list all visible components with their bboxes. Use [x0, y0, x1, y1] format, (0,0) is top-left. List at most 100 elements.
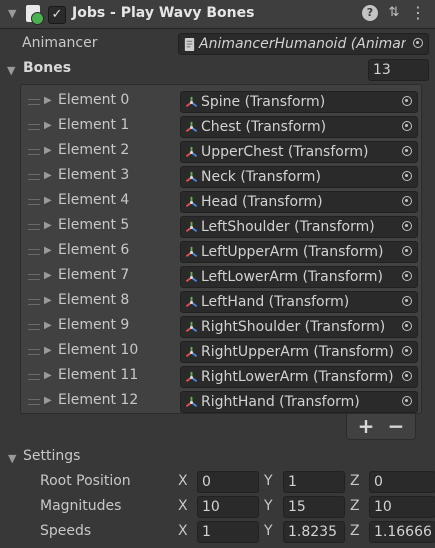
bone-element-row[interactable]: ▶ Element 11 RightLowerArm (Transform) — [20, 365, 422, 390]
element-transform-field[interactable]: RightShoulder (Transform) — [180, 316, 418, 338]
drag-handle-icon[interactable] — [28, 174, 40, 180]
x-value-field[interactable]: 10 — [197, 496, 259, 518]
remove-element-button[interactable]: − — [381, 414, 411, 438]
element-picker-button[interactable] — [395, 192, 417, 212]
element-picker-button[interactable] — [395, 392, 417, 412]
element-foldout-icon[interactable]: ▶ — [44, 145, 52, 156]
bone-element-row[interactable]: ▶ Element 6 LeftUpperArm (Transform) — [20, 240, 422, 265]
element-foldout-icon[interactable]: ▶ — [44, 195, 52, 206]
drag-handle-icon[interactable] — [28, 324, 40, 330]
z-value-field[interactable]: 1.16666 — [369, 521, 435, 543]
drag-handle-icon[interactable] — [28, 149, 40, 155]
z-value-field[interactable]: 10 — [369, 496, 435, 518]
element-transform-field[interactable]: UpperChest (Transform) — [180, 141, 418, 163]
element-picker-button[interactable] — [395, 117, 417, 137]
drag-handle-icon[interactable] — [28, 274, 40, 280]
axis-z-label[interactable]: Z — [350, 498, 360, 514]
bones-foldout-icon[interactable]: ▼ — [7, 64, 15, 77]
element-foldout-icon[interactable]: ▶ — [44, 245, 52, 256]
settings-foldout-icon[interactable]: ▼ — [8, 452, 16, 465]
element-transform-field[interactable]: Chest (Transform) — [180, 116, 418, 138]
bone-element-row[interactable]: ▶ Element 8 LeftHand (Transform) — [20, 290, 422, 315]
bone-element-row[interactable]: ▶ Element 9 RightShoulder (Transform) — [20, 315, 422, 340]
drag-handle-icon[interactable] — [28, 349, 40, 355]
element-transform-field[interactable]: Neck (Transform) — [180, 166, 418, 188]
element-picker-button[interactable] — [395, 167, 417, 187]
axis-y-label[interactable]: Y — [264, 523, 273, 539]
element-transform-field[interactable]: RightUpperArm (Transform) — [180, 341, 418, 363]
element-foldout-icon[interactable]: ▶ — [44, 220, 52, 231]
x-value-field[interactable]: 0 — [197, 471, 259, 493]
bone-element-row[interactable]: ▶ Element 2 UpperChest (Transform) — [20, 140, 422, 165]
element-foldout-icon[interactable]: ▶ — [44, 270, 52, 281]
element-transform-field[interactable]: Spine (Transform) — [180, 91, 418, 113]
element-foldout-icon[interactable]: ▶ — [44, 345, 52, 356]
drag-handle-icon[interactable] — [28, 99, 40, 105]
bones-size-field[interactable]: 13 — [368, 59, 429, 81]
element-label: Element 10 — [58, 342, 139, 358]
element-foldout-icon[interactable]: ▶ — [44, 295, 52, 306]
element-label: Element 11 — [58, 367, 139, 383]
script-asset-icon — [184, 38, 195, 51]
y-value-field[interactable]: 15 — [283, 496, 345, 518]
bone-element-row[interactable]: ▶ Element 1 Chest (Transform) — [20, 115, 422, 140]
animancer-field[interactable]: AnimancerHumanoid (Animan — [178, 33, 429, 55]
element-picker-button[interactable] — [395, 92, 417, 112]
element-transform-field[interactable]: Head (Transform) — [180, 191, 418, 213]
add-element-button[interactable]: + — [351, 414, 381, 438]
element-foldout-icon[interactable]: ▶ — [44, 320, 52, 331]
element-foldout-icon[interactable]: ▶ — [44, 95, 52, 106]
element-picker-button[interactable] — [395, 142, 417, 162]
element-transform-field[interactable]: LeftLowerArm (Transform) — [180, 266, 418, 288]
axis-y-label[interactable]: Y — [264, 498, 273, 514]
axis-x-label[interactable]: X — [178, 523, 188, 539]
y-value-field[interactable]: 1.8235 — [283, 521, 345, 543]
bone-element-row[interactable]: ▶ Element 0 Spine (Transform) — [20, 90, 422, 115]
axis-z-label[interactable]: Z — [350, 473, 360, 489]
drag-handle-icon[interactable] — [28, 249, 40, 255]
element-value: Head (Transform) — [201, 194, 323, 210]
bone-element-row[interactable]: ▶ Element 12 RightHand (Transform) — [20, 390, 422, 415]
x-value-field[interactable]: 1 — [197, 521, 259, 543]
kebab-menu-icon[interactable]: ⋮ — [410, 5, 426, 21]
element-foldout-icon[interactable]: ▶ — [44, 370, 52, 381]
element-foldout-icon[interactable]: ▶ — [44, 395, 52, 406]
preset-icon[interactable]: ⇅ — [386, 5, 402, 21]
help-icon[interactable]: ? — [362, 5, 378, 21]
axis-x-label[interactable]: X — [178, 473, 188, 489]
bone-element-row[interactable]: ▶ Element 5 LeftShoulder (Transform) — [20, 215, 422, 240]
element-picker-button[interactable] — [395, 242, 417, 262]
axis-y-label[interactable]: Y — [264, 473, 273, 489]
drag-handle-icon[interactable] — [28, 124, 40, 130]
bone-element-row[interactable]: ▶ Element 7 LeftLowerArm (Transform) — [20, 265, 422, 290]
element-transform-field[interactable]: LeftUpperArm (Transform) — [180, 241, 418, 263]
transform-icon — [185, 296, 198, 307]
animancer-picker-button[interactable] — [406, 34, 428, 54]
drag-handle-icon[interactable] — [28, 224, 40, 230]
element-transform-field[interactable]: RightLowerArm (Transform) — [180, 366, 418, 388]
element-picker-button[interactable] — [395, 267, 417, 287]
element-transform-field[interactable]: RightHand (Transform) — [180, 391, 418, 413]
element-picker-button[interactable] — [395, 367, 417, 387]
bone-element-row[interactable]: ▶ Element 4 Head (Transform) — [20, 190, 422, 215]
element-picker-button[interactable] — [395, 342, 417, 362]
element-foldout-icon[interactable]: ▶ — [44, 120, 52, 131]
bone-element-row[interactable]: ▶ Element 10 RightUpperArm (Transform) — [20, 340, 422, 365]
element-picker-button[interactable] — [395, 292, 417, 312]
drag-handle-icon[interactable] — [28, 374, 40, 380]
element-transform-field[interactable]: LeftHand (Transform) — [180, 291, 418, 313]
drag-handle-icon[interactable] — [28, 199, 40, 205]
drag-handle-icon[interactable] — [28, 299, 40, 305]
component-enabled-checkbox[interactable]: ✓ — [48, 6, 66, 24]
z-value-field[interactable]: 0 — [369, 471, 435, 493]
element-picker-button[interactable] — [395, 217, 417, 237]
element-transform-field[interactable]: LeftShoulder (Transform) — [180, 216, 418, 238]
element-picker-button[interactable] — [395, 317, 417, 337]
element-foldout-icon[interactable]: ▶ — [44, 170, 52, 181]
drag-handle-icon[interactable] — [28, 399, 40, 405]
component-foldout-icon[interactable]: ▼ — [8, 7, 16, 20]
axis-x-label[interactable]: X — [178, 498, 188, 514]
axis-z-label[interactable]: Z — [350, 523, 360, 539]
y-value-field[interactable]: 1 — [283, 471, 345, 493]
bone-element-row[interactable]: ▶ Element 3 Neck (Transform) — [20, 165, 422, 190]
